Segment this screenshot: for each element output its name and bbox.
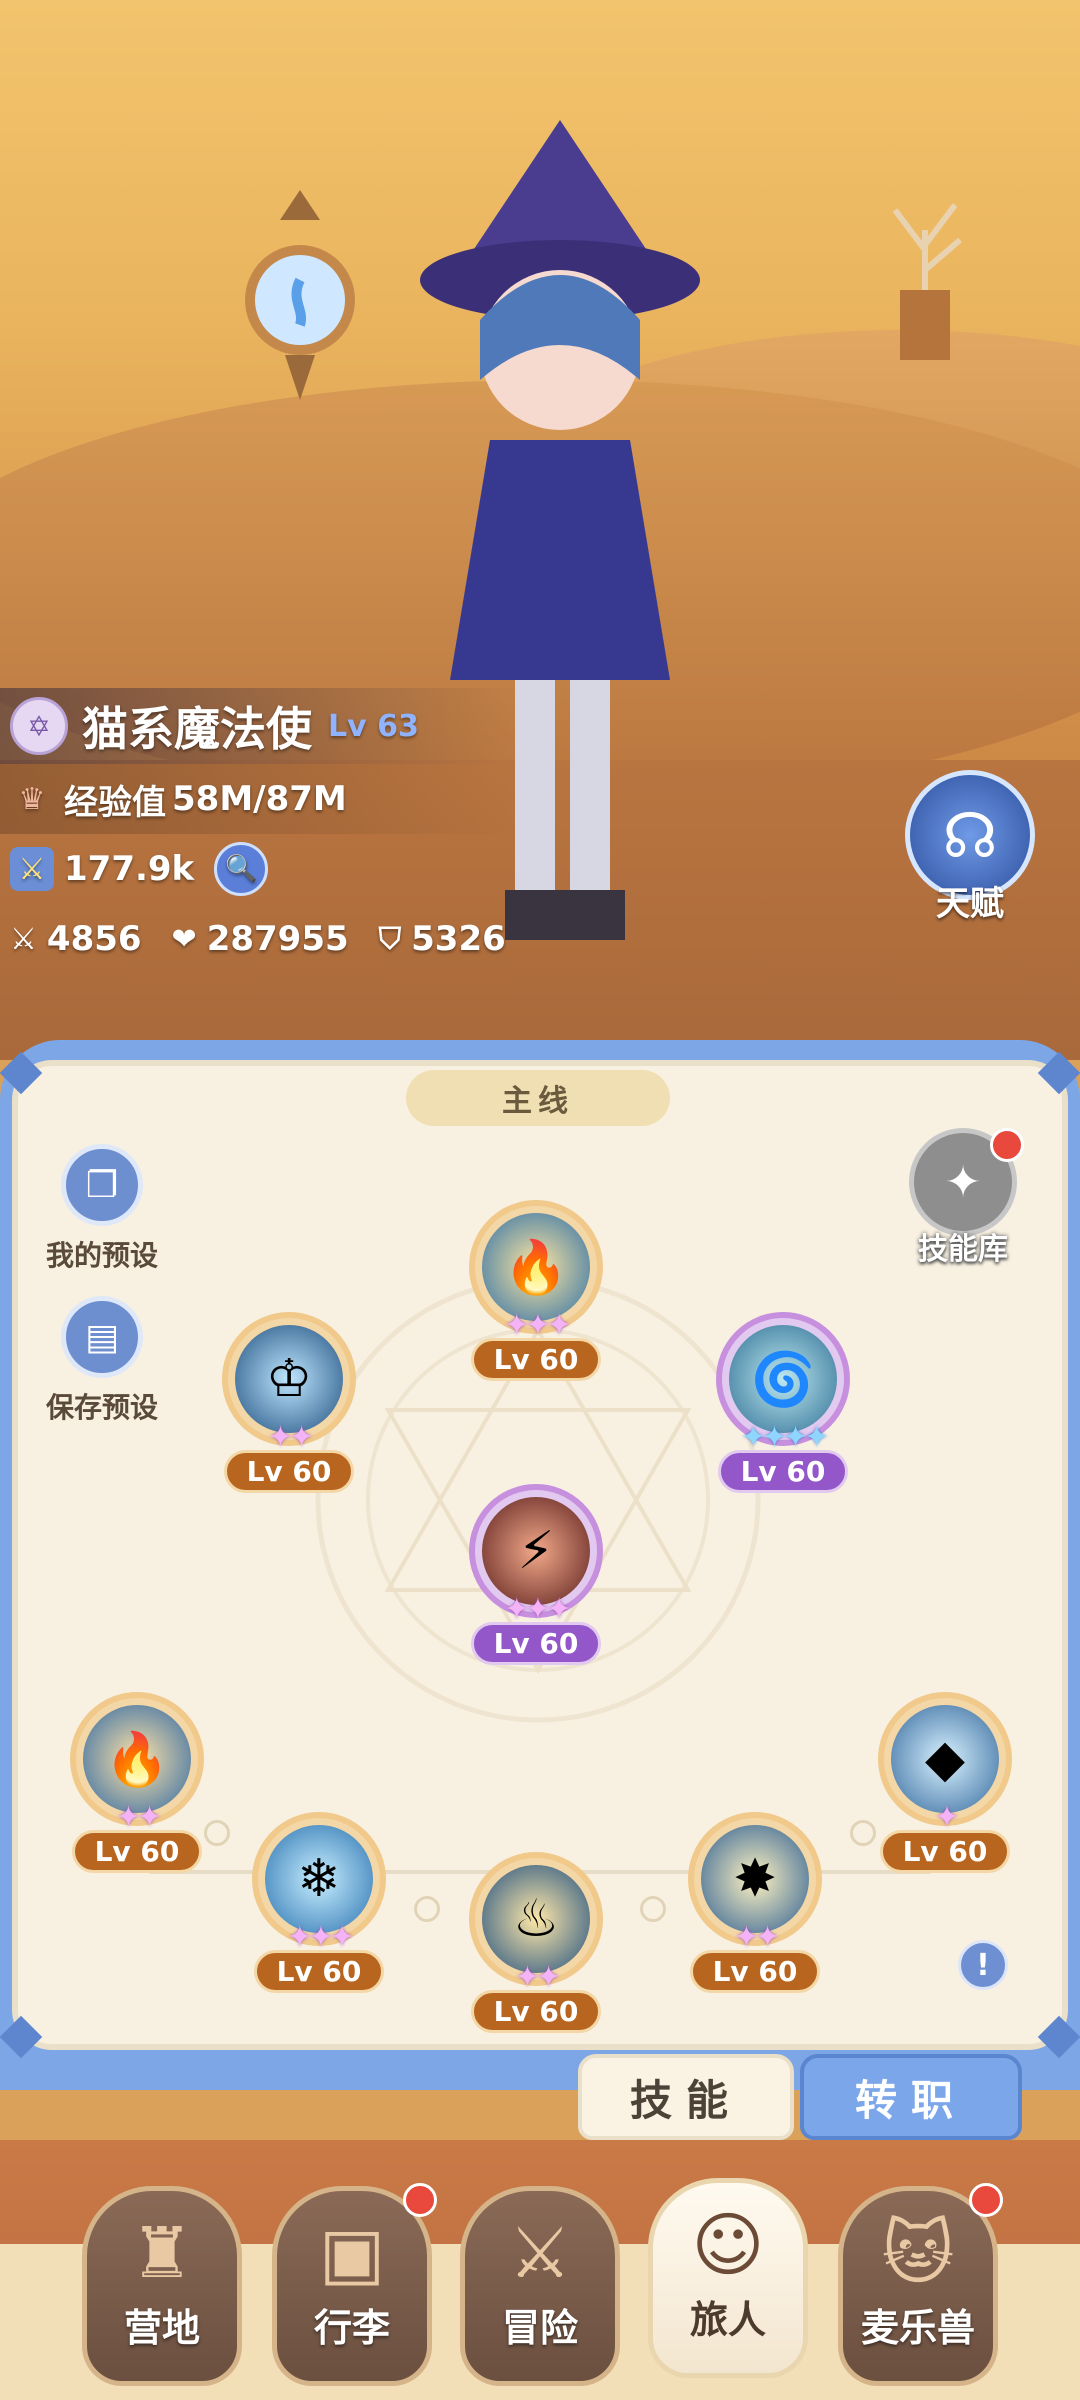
traveler-portrait-icon: ☺ bbox=[691, 2204, 765, 2286]
nav-pets[interactable]: 🐱 麦乐兽 bbox=[838, 2183, 1003, 2386]
skill-library-label: 技能库 bbox=[918, 1232, 1008, 1267]
skill-stars: ✦✦✦ bbox=[504, 1308, 571, 1343]
section-tag: 主线 bbox=[406, 1070, 670, 1126]
talent-button[interactable]: ☊ 天赋 bbox=[898, 770, 1042, 924]
pet-cat-icon: 🐱 bbox=[881, 2212, 955, 2294]
skill-link-node bbox=[640, 1896, 666, 1922]
skill-slot[interactable]: 🔥 ✦✦ Lv 60 bbox=[62, 1692, 212, 1873]
skill-slot[interactable]: ♨ ✦✦ Lv 60 bbox=[461, 1852, 611, 2033]
skill-slot[interactable]: ⚡ ✦✦✦ Lv 60 bbox=[461, 1484, 611, 1665]
character-level: Lv 63 bbox=[328, 708, 419, 744]
notification-dot bbox=[969, 2183, 1003, 2217]
skill-stars: ✦✦ bbox=[267, 1420, 314, 1455]
notification-dot bbox=[990, 1128, 1024, 1162]
skill-stars: ✦✦✦ bbox=[287, 1920, 354, 1955]
defense-value: 5326 bbox=[411, 919, 506, 959]
skill-level-badge: Lv 60 bbox=[470, 1990, 602, 2033]
nav-camp[interactable]: ♜ 营地 bbox=[82, 2186, 242, 2386]
skill-stars: ✦✦✦ bbox=[504, 1592, 571, 1627]
skill-link-node bbox=[414, 1896, 440, 1922]
skill-slot[interactable]: 🔥 ✦✦✦ Lv 60 bbox=[461, 1200, 611, 1381]
save-presets-button[interactable]: ▤ 保存预设 bbox=[32, 1296, 172, 1426]
save-floppy-icon: ▤ bbox=[61, 1296, 143, 1378]
power-value: 177.9k bbox=[64, 849, 195, 889]
tab-job-change[interactable]: 转职 bbox=[800, 2054, 1022, 2140]
skill-level-badge: Lv 60 bbox=[223, 1450, 355, 1493]
backpack-icon: ▣ bbox=[318, 2212, 386, 2294]
ice-crown-skill-icon: ♔ bbox=[235, 1325, 343, 1433]
crossed-swords-icon: ⚔ bbox=[508, 2212, 572, 2294]
power-detail-search-icon[interactable]: 🔍 bbox=[214, 842, 269, 896]
skill-stars: ✦✦✦✦ bbox=[740, 1420, 830, 1455]
nav-traveler[interactable]: ☺ 旅人 bbox=[648, 2178, 808, 2378]
skill-slot[interactable]: ♔ ✦✦ Lv 60 bbox=[214, 1312, 364, 1493]
nav-label: 行李 bbox=[313, 2306, 390, 2350]
skill-slot[interactable]: ✸ ✦✦ Lv 60 bbox=[680, 1812, 830, 1993]
skill-level-badge: Lv 60 bbox=[470, 1622, 602, 1665]
torch-skill-icon: ♨ bbox=[482, 1865, 590, 1973]
skill-stars: ✦✦ bbox=[115, 1800, 162, 1835]
nav-adventure[interactable]: ⚔ 冒险 bbox=[460, 2186, 620, 2386]
save-presets-label: 保存预设 bbox=[45, 1391, 158, 1424]
notification-dot bbox=[403, 2183, 437, 2217]
power-shield-icon: ⚔ bbox=[10, 847, 54, 891]
character-stats: ✡ 猫系魔法使 Lv 63 ♛ 经验值 58M/87M ⚔ 177.9k 🔍 ⚔… bbox=[0, 688, 520, 974]
nav-label: 麦乐兽 bbox=[860, 2306, 975, 2350]
skill-stars: ✦✦ bbox=[514, 1960, 561, 1995]
crown-icon: ♛ bbox=[18, 781, 46, 817]
dead-tree-decoration bbox=[892, 203, 962, 360]
my-presets-button[interactable]: ❐ 我的预设 bbox=[32, 1144, 172, 1274]
nav-label: 冒险 bbox=[501, 2306, 578, 2350]
power-row: ⚔ 177.9k 🔍 bbox=[0, 834, 520, 904]
talent-label: 天赋 bbox=[936, 884, 1004, 924]
skill-library-button[interactable]: ✦ 技能库 bbox=[898, 1128, 1028, 1268]
nav-luggage[interactable]: ▣ 行李 bbox=[272, 2183, 437, 2386]
class-row: ✡ 猫系魔法使 Lv 63 bbox=[0, 688, 520, 764]
exp-row: ♛ 经验值 58M/87M bbox=[0, 764, 520, 834]
ice-shard-skill-icon: ❄ bbox=[265, 1825, 373, 1933]
exp-label: 经验值 bbox=[64, 782, 166, 823]
skill-level-badge: Lv 60 bbox=[71, 1830, 203, 1873]
floating-lantern-decoration bbox=[245, 190, 355, 400]
hexagram-class-icon: ✡ bbox=[10, 697, 68, 755]
skill-level-badge: Lv 60 bbox=[470, 1338, 602, 1381]
presets-cards-icon: ❐ bbox=[61, 1144, 143, 1226]
skill-slot[interactable]: ◆ ✦ Lv 60 bbox=[870, 1692, 1020, 1873]
light-burst-skill-icon: ✸ bbox=[701, 1825, 809, 1933]
fire-spirit-skill-icon: 🔥 bbox=[83, 1705, 191, 1813]
whirlwind-skill-icon: 🌀 bbox=[729, 1325, 837, 1433]
exp-value: 58M/87M bbox=[172, 779, 347, 819]
my-presets-label: 我的预设 bbox=[45, 1239, 158, 1272]
castle-icon: ♜ bbox=[130, 2212, 194, 2294]
crystal-skill-icon: ◆ bbox=[891, 1705, 999, 1813]
info-icon[interactable]: ! bbox=[958, 1940, 1008, 1990]
hp-value: 287955 bbox=[206, 919, 349, 959]
tab-skill[interactable]: 技能 bbox=[578, 2054, 794, 2140]
skill-stars: ✦ bbox=[934, 1800, 959, 1835]
attack-value: 4856 bbox=[46, 919, 142, 959]
claw-slash-skill-icon: ⚡ bbox=[482, 1497, 590, 1605]
attack-icon: ⚔ bbox=[10, 921, 37, 957]
heart-icon: ❤ bbox=[171, 921, 197, 957]
blue-flame-skill-icon: 🔥 bbox=[482, 1213, 590, 1321]
nav-label: 营地 bbox=[123, 2306, 200, 2350]
skill-slot[interactable]: 🌀 ✦✦✦✦ Lv 60 bbox=[708, 1312, 858, 1493]
skill-level-badge: Lv 60 bbox=[689, 1950, 821, 1993]
skill-level-badge: Lv 60 bbox=[717, 1450, 849, 1493]
class-name: 猫系魔法使 bbox=[82, 702, 312, 756]
skill-level-badge: Lv 60 bbox=[879, 1830, 1011, 1873]
skill-level-badge: Lv 60 bbox=[253, 1950, 385, 1993]
skill-slot[interactable]: ❄ ✦✦✦ Lv 60 bbox=[244, 1812, 394, 1993]
skill-stars: ✦✦ bbox=[733, 1920, 780, 1955]
combat-stats-row: ⚔ 4856 ❤ 287955 ⛉ 5326 bbox=[0, 904, 520, 974]
nav-label: 旅人 bbox=[689, 2298, 766, 2342]
shield-icon: ⛉ bbox=[378, 921, 402, 957]
